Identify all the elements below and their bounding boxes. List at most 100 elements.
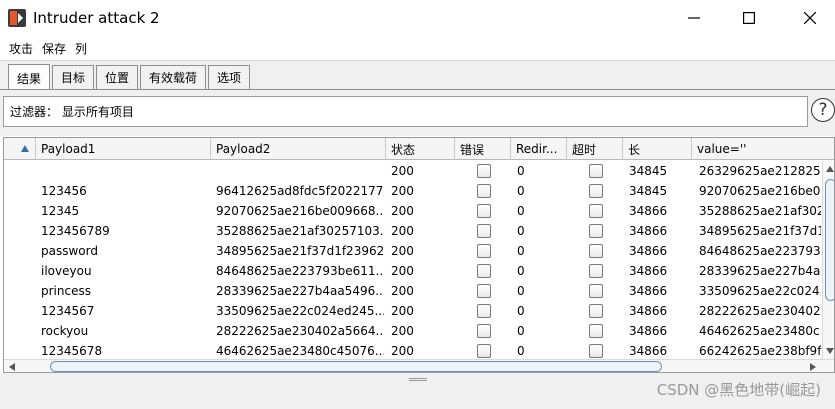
error-checkbox[interactable]	[477, 324, 491, 338]
error-checkbox-cell	[477, 181, 491, 201]
timeout-checkbox[interactable]	[589, 204, 603, 218]
cell-value: 34895625ae21f37d1f...	[699, 224, 821, 238]
column-header-error[interactable]: 错误	[455, 138, 511, 160]
cell-p1	[41, 161, 211, 181]
timeout-checkbox-cell	[589, 301, 603, 321]
table-row[interactable]: 123456789 35288625ae21af30257103... 200 0 34…	[4, 221, 822, 241]
timeout-checkbox-cell	[589, 281, 603, 301]
timeout-checkbox[interactable]	[589, 304, 603, 318]
table-row[interactable]: 12345 92070625ae216be009668... 200 0 34866 35…	[4, 201, 822, 221]
column-header-status[interactable]: 状态	[386, 138, 455, 160]
close-button[interactable]	[787, 0, 833, 36]
menu-attack[interactable]: 攻击	[9, 40, 33, 57]
error-checkbox-cell	[477, 301, 491, 321]
menu-save[interactable]: 保存	[42, 40, 66, 57]
column-header-index[interactable]	[4, 138, 36, 160]
timeout-checkbox[interactable]	[589, 284, 603, 298]
table-row[interactable]: 123456 96412625ad8fdc5f2022177... 200 0 3484…	[4, 181, 822, 201]
close-icon	[804, 12, 816, 24]
watermark: CSDN @黑色地带(崛起)	[656, 381, 821, 399]
error-checkbox[interactable]	[477, 244, 491, 258]
cell-length: 34866	[629, 284, 668, 298]
minimize-button[interactable]	[671, 0, 717, 36]
timeout-checkbox[interactable]	[589, 324, 603, 338]
tab-positions[interactable]: 位置	[96, 65, 138, 89]
help-button[interactable]: ?	[811, 98, 835, 122]
title-bar: Intruder attack 2	[0, 0, 835, 36]
cell-p2: 84648625ae223793be611...	[216, 264, 384, 278]
table-row[interactable]: 12345678 46462625ae23480c45076... 200 0 3486…	[4, 341, 822, 359]
table-row[interactable]: 1234567 33509625ae22c024ed245... 200 0 34866…	[4, 301, 822, 321]
cell-status: 200	[391, 264, 414, 278]
column-header-timeout[interactable]: 超时	[567, 138, 623, 160]
cell-redir: 0	[517, 284, 525, 298]
timeout-checkbox-cell	[589, 181, 603, 201]
error-checkbox-cell	[477, 221, 491, 241]
cell-length: 34866	[629, 244, 668, 258]
timeout-checkbox[interactable]	[589, 184, 603, 198]
timeout-checkbox[interactable]	[589, 344, 603, 358]
horizontal-scrollbar[interactable]	[4, 359, 834, 372]
cell-p2: 34895625ae21f37d1f23962...	[216, 244, 384, 258]
timeout-checkbox[interactable]	[589, 264, 603, 278]
cell-p2: 92070625ae216be009668...	[216, 204, 384, 218]
filter-bar[interactable]: 过滤器： 显示所有项目	[3, 96, 808, 127]
tab-payloads[interactable]: 有效载荷	[140, 65, 206, 89]
cell-redir: 0	[517, 344, 525, 358]
scroll-left-icon[interactable]	[9, 363, 15, 371]
minimize-icon	[688, 17, 700, 19]
scroll-right-icon[interactable]	[810, 363, 816, 371]
vertical-scroll-thumb[interactable]	[825, 179, 834, 301]
error-checkbox[interactable]	[477, 224, 491, 238]
timeout-checkbox[interactable]	[589, 244, 603, 258]
error-checkbox-cell	[477, 321, 491, 341]
cell-value: 28339625ae227b4a...	[699, 264, 821, 278]
cell-p2: 46462625ae23480c45076...	[216, 344, 384, 358]
table-row[interactable]: princess 28339625ae227b4aa5496... 200 0 3486…	[4, 281, 822, 301]
splitter-handle[interactable]	[409, 378, 427, 381]
menu-columns[interactable]: 列	[75, 40, 87, 57]
table-row[interactable]: rockyou 28222625ae230402a5664... 200 0 34866…	[4, 321, 822, 341]
vertical-scrollbar[interactable]	[822, 161, 834, 359]
error-checkbox[interactable]	[477, 184, 491, 198]
error-checkbox[interactable]	[477, 164, 491, 178]
column-header-redirects[interactable]: Redir...	[511, 138, 567, 160]
cell-value: 35288625ae21af302...	[699, 204, 821, 218]
tab-options[interactable]: 选项	[208, 65, 250, 89]
timeout-checkbox[interactable]	[589, 224, 603, 238]
column-header-payload2[interactable]: Payload2	[211, 138, 386, 160]
cell-status: 200	[391, 324, 414, 338]
error-checkbox[interactable]	[477, 284, 491, 298]
table-row[interactable]: password 34895625ae21f37d1f23962... 200 0 34…	[4, 241, 822, 261]
table-row[interactable]: 200 0 34845 26329625ae212825...	[4, 161, 822, 181]
tab-results[interactable]: 结果	[8, 64, 50, 91]
error-checkbox[interactable]	[477, 344, 491, 358]
error-checkbox[interactable]	[477, 204, 491, 218]
scroll-up-icon[interactable]	[826, 166, 834, 172]
error-checkbox[interactable]	[477, 304, 491, 318]
timeout-checkbox[interactable]	[589, 164, 603, 178]
tab-bar: 结果 目标 位置 有效载荷 选项	[0, 60, 835, 91]
table-row[interactable]: iloveyou 84648625ae223793be611... 200 0 3486…	[4, 261, 822, 281]
filter-area: 过滤器： 显示所有项目 ?	[0, 90, 835, 136]
cell-p2	[216, 161, 384, 181]
error-checkbox[interactable]	[477, 264, 491, 278]
column-header-payload1[interactable]: Payload1	[36, 138, 211, 160]
cell-p2: 33509625ae22c024ed245...	[216, 304, 384, 318]
scroll-down-icon[interactable]	[826, 348, 834, 354]
menu-bar: 攻击 保存 列	[0, 36, 835, 60]
cell-length: 34866	[629, 224, 668, 238]
cell-p1: 1234567	[41, 304, 95, 318]
cell-redir: 0	[517, 244, 525, 258]
cell-status: 200	[391, 164, 414, 178]
horizontal-scroll-thumb[interactable]	[50, 361, 662, 372]
maximize-button[interactable]	[726, 0, 772, 36]
tab-target[interactable]: 目标	[52, 65, 94, 89]
column-header-length[interactable]: 长	[623, 138, 692, 160]
cell-p2: 28339625ae227b4aa5496...	[216, 284, 384, 298]
error-checkbox-cell	[477, 261, 491, 281]
cell-value: 66242625ae238bf9f7...	[699, 344, 821, 358]
timeout-checkbox-cell	[589, 341, 603, 359]
column-header-value[interactable]: value=''	[692, 138, 834, 160]
error-checkbox-cell	[477, 201, 491, 221]
